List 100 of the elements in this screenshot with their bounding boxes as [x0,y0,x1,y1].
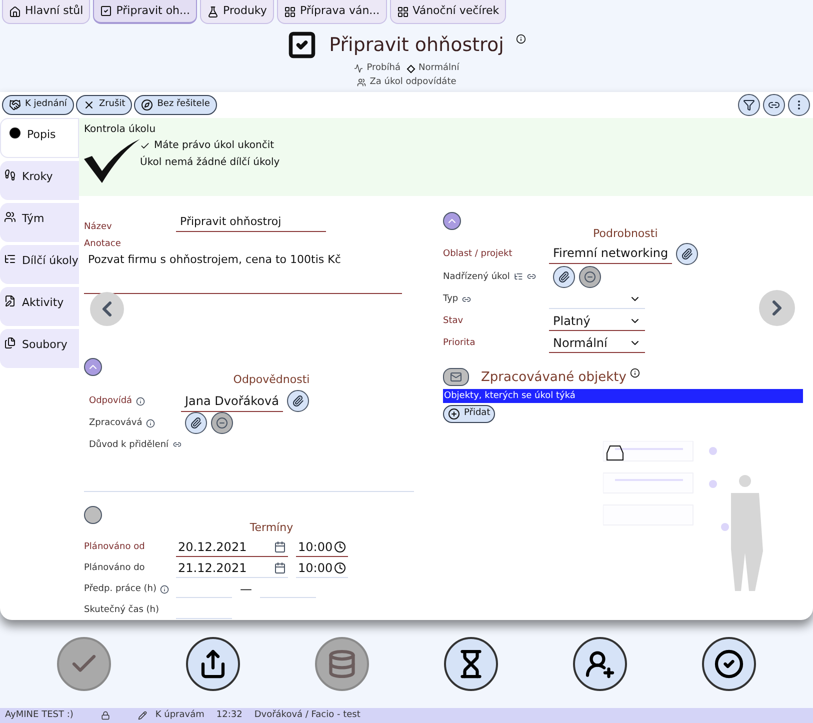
field-label: Předp. práce (h) [84,583,156,595]
field-label: Anotace [84,238,122,251]
add-button[interactable]: Přidat [443,405,496,423]
attach-button[interactable] [676,242,698,264]
side-tab[interactable]: Kroky [0,161,79,200]
plus-icon [448,408,460,420]
role-text: Za úkol odpovídáte [370,76,456,88]
link-button[interactable] [763,94,785,116]
side-tab[interactable]: Aktivity [0,287,79,326]
toolbar-icon [9,99,21,111]
section-title: Odpovědnosti [233,372,310,388]
field-label: Název [84,222,112,232]
checkmark-icon [84,139,140,183]
tab[interactable]: Příprava ván... [276,0,387,24]
field-label: Zpracovává [89,417,142,429]
clock-icon [334,540,346,552]
annotation-field[interactable]: Pozvat firmu s ohňostrojem, cena to 100tis Kč [84,252,402,294]
tab[interactable]: Vánoční večírek [390,0,506,24]
side-tab-icon [4,337,16,349]
name-field[interactable]: Připravit ohňostroj [176,212,326,232]
toolbar-button[interactable]: Zrušit [76,95,132,115]
date-field[interactable]: 21.12.2021 [176,558,288,578]
tab[interactable]: Hlavní stůl [2,0,90,24]
info-icon [160,584,170,594]
date-field[interactable]: 20.12.2021 [176,537,288,557]
field-label: Plánováno od [84,541,145,553]
check-item: Máte právo úkol ukončit [154,139,274,153]
action-icon [584,649,615,679]
collapse-button[interactable] [84,358,102,376]
task-icon [287,30,318,60]
link-icon [526,272,536,281]
side-tab-icon [4,211,16,223]
mail-icon [450,371,462,384]
action-icon [714,649,744,679]
collapse-button[interactable] [443,212,461,230]
attach-button[interactable] [553,266,575,288]
time-field[interactable]: 10:00 [296,537,348,557]
minus-icon [584,270,596,282]
status-app: AyMINE TEST :) [5,708,74,722]
tab-icon [9,6,21,18]
side-tab-icon [4,253,16,265]
field-label: Odpovídá [89,395,132,407]
side-tab-icon [4,295,16,307]
state-text: Probíhá [366,62,400,75]
tab-icon [396,6,409,18]
select-field[interactable]: Platný [549,311,645,331]
calendar-icon [274,540,286,552]
info-icon [516,34,526,44]
field-value[interactable]: Jana Dvořáková [181,390,283,412]
toolbar-button[interactable]: Bez řešitele [134,95,217,115]
info-icon [630,368,640,378]
status-time: 12:32 [216,708,242,722]
expand-button[interactable] [84,506,102,524]
tab[interactable]: Produky [200,0,274,24]
more-button[interactable] [788,94,810,116]
time-field[interactable]: 10:00 [296,558,348,578]
progress-icon [354,64,363,74]
check-item: Úkol nemá žádné dílčí úkoly [140,154,280,170]
filter-icon [743,99,755,111]
section-title: Termíny [250,520,294,536]
page-title: Připravit ohňostroj [329,32,504,58]
toolbar-button[interactable]: K jednání [2,95,74,115]
paperclip-icon [558,270,570,282]
field-label: Typ [443,293,458,305]
side-tab[interactable]: Popis [0,118,79,158]
attach-button[interactable] [286,390,309,412]
priority-icon [407,64,416,73]
clock-icon [334,562,346,574]
paperclip-icon [292,395,304,407]
paperclip-icon [681,248,694,260]
field-label: Oblast / projekt [443,248,512,260]
section-title: Zpracovávané objekty [481,368,626,386]
attach-button[interactable] [185,412,207,434]
filter-button[interactable] [738,94,760,116]
remove-button[interactable] [211,412,233,434]
field-label: Důvod k přidělení [89,438,169,450]
field-value[interactable]: Firemní networking [549,243,672,264]
side-tab[interactable]: Dílčí úkoly [0,245,79,284]
field-label: Skutečný čas (h) [84,604,159,616]
select-field[interactable]: Normální [549,333,645,353]
person-icon [356,78,366,87]
tab-icon [284,6,296,18]
remove-button[interactable] [579,266,601,288]
link-icon [172,440,181,449]
toolbar-icon [82,99,95,111]
tab[interactable]: Připravit oh... [93,0,198,24]
range-separator: — [240,581,252,598]
link-icon [462,294,472,304]
info-icon [146,418,156,428]
tree-icon [514,272,523,281]
side-tab[interactable]: Tým [0,203,79,242]
check-title: Kontrola úkolu [84,123,157,137]
objects-banner: Objekty, kterých se úkol týká [443,389,803,403]
pencil-icon [138,711,148,720]
calendar-icon [274,562,286,574]
field-label: Plánováno do [84,562,145,574]
priority-text: Normální [418,62,460,75]
status-mode: K úpravám [155,708,204,722]
link-icon [768,99,780,111]
side-tab[interactable]: Soubory [0,329,79,368]
